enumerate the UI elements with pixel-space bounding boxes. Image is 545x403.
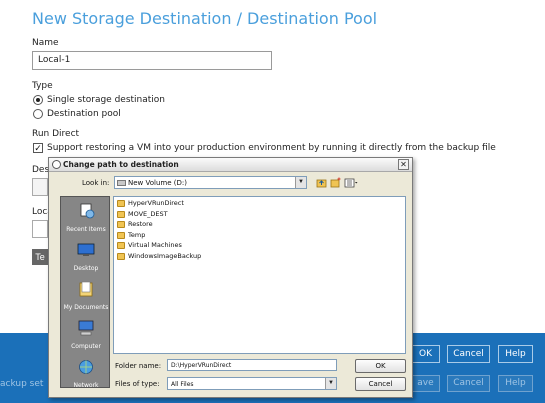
my-documents-icon bbox=[79, 281, 93, 297]
folder-name-input[interactable]: D:\HyperVRunDirect bbox=[167, 359, 337, 371]
dialog-titlebar[interactable]: Change path to destination ✕ bbox=[49, 158, 412, 172]
change-path-dialog: Change path to destination ✕ Look in: Ne… bbox=[48, 157, 413, 398]
local-path-input[interactable] bbox=[32, 220, 48, 238]
chevron-down-icon[interactable]: ▼ bbox=[325, 378, 336, 389]
type-label: Type bbox=[32, 81, 53, 91]
drive-icon bbox=[117, 180, 126, 186]
place-computer[interactable]: Computer bbox=[61, 320, 111, 350]
folder-name: Restore bbox=[128, 220, 153, 228]
ok-button[interactable]: OK bbox=[411, 345, 440, 363]
type-radio-pool[interactable] bbox=[33, 109, 43, 119]
place-label: Computer bbox=[71, 343, 101, 350]
view-menu-icon[interactable] bbox=[344, 177, 359, 188]
backup-set-link[interactable]: ackup set bbox=[0, 379, 43, 389]
help-button[interactable]: Help bbox=[498, 345, 533, 363]
folder-name: Virtual Machines bbox=[128, 241, 182, 249]
dialog-cancel-button[interactable]: Cancel bbox=[355, 377, 406, 391]
run-direct-label: Run Direct bbox=[32, 129, 80, 139]
look-in-label: Look in: bbox=[82, 179, 110, 187]
files-of-type-combo[interactable]: All Files ▼ bbox=[167, 377, 337, 390]
chevron-down-icon[interactable]: ▼ bbox=[295, 177, 306, 188]
cancel-button[interactable]: Cancel bbox=[447, 345, 490, 363]
folder-icon bbox=[117, 252, 125, 260]
name-label: Name bbox=[32, 38, 59, 48]
folder-name: Temp bbox=[128, 230, 146, 239]
close-icon[interactable]: ✕ bbox=[398, 159, 409, 170]
folder-name-label: Folder name: bbox=[115, 362, 162, 370]
place-label: Network bbox=[73, 382, 99, 389]
page-title: New Storage Destination / Destination Po… bbox=[32, 9, 378, 28]
save-button[interactable]: ave bbox=[411, 375, 440, 392]
place-recent-items[interactable]: Recent Items bbox=[61, 203, 111, 233]
destination-label: Des bbox=[32, 165, 50, 175]
help-button-secondary[interactable]: Help bbox=[498, 375, 533, 392]
folder-icon bbox=[117, 231, 125, 239]
folder-name: HyperVRunDirect bbox=[128, 199, 184, 207]
network-icon bbox=[79, 360, 93, 374]
java-cup-icon bbox=[52, 160, 61, 169]
folder-icon bbox=[117, 242, 125, 249]
file-list: HyperVRunDirect MOVE_DEST Restore Temp V… bbox=[113, 196, 406, 354]
look-in-value: New Volume (D:) bbox=[128, 179, 187, 187]
folder-icon bbox=[117, 210, 125, 218]
folder-name: MOVE_DEST bbox=[128, 209, 168, 218]
place-desktop[interactable]: Desktop bbox=[61, 242, 111, 272]
folder-icon bbox=[117, 200, 125, 207]
files-of-type-label: Files of type: bbox=[115, 380, 160, 388]
dialog-ok-button[interactable]: OK bbox=[355, 359, 406, 373]
destination-selector[interactable] bbox=[32, 178, 48, 196]
run-direct-checkbox[interactable]: ✓ bbox=[33, 143, 43, 153]
type-radio-single[interactable] bbox=[33, 95, 43, 105]
type-radio-single-label: Single storage destination bbox=[47, 95, 166, 105]
up-folder-icon[interactable] bbox=[316, 177, 327, 188]
place-label: Desktop bbox=[73, 265, 99, 272]
name-input[interactable]: Local-1 bbox=[32, 51, 272, 70]
desktop-icon bbox=[77, 243, 95, 256]
type-radio-pool-label: Destination pool bbox=[47, 109, 121, 119]
files-of-type-value: All Files bbox=[171, 381, 194, 388]
places-bar: Recent Items Desktop My Documents Comput… bbox=[60, 196, 111, 389]
new-folder-icon[interactable] bbox=[330, 177, 341, 188]
place-label: My Documents bbox=[63, 304, 109, 311]
computer-icon bbox=[78, 320, 94, 336]
look-in-combo[interactable]: New Volume (D:) ▼ bbox=[114, 176, 307, 189]
cancel-button-secondary[interactable]: Cancel bbox=[447, 375, 490, 392]
place-my-documents[interactable]: My Documents bbox=[61, 281, 111, 311]
place-label: Recent Items bbox=[66, 226, 106, 233]
run-direct-checkbox-label: Support restoring a VM into your product… bbox=[47, 143, 496, 153]
test-button[interactable]: Te bbox=[32, 249, 48, 265]
folder-name: WindowsImageBackup bbox=[128, 251, 202, 260]
dialog-title: Change path to destination bbox=[63, 160, 179, 169]
recent-items-icon bbox=[80, 203, 95, 219]
folder-icon bbox=[117, 221, 125, 228]
place-network[interactable]: Network bbox=[61, 359, 111, 389]
folder-name-value: D:\HyperVRunDirect bbox=[171, 362, 232, 369]
